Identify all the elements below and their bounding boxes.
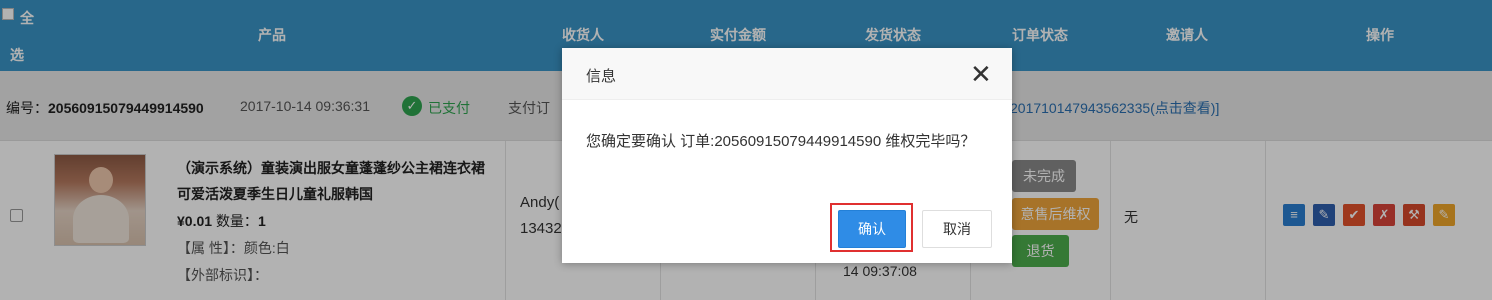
dialog-message: 您确定要确认 订单:20560915079449914590 维权完毕吗？	[586, 133, 976, 150]
confirm-button[interactable]: 确认	[838, 210, 906, 248]
dialog-header: 信息 ✕	[562, 48, 1012, 100]
confirm-dialog: 信息 ✕ 您确定要确认 订单:20560915079449914590 维权完毕…	[562, 48, 1012, 263]
dialog-title: 信息	[586, 68, 617, 85]
cancel-button[interactable]: 取消	[922, 210, 992, 248]
close-icon[interactable]: ✕	[970, 61, 992, 87]
